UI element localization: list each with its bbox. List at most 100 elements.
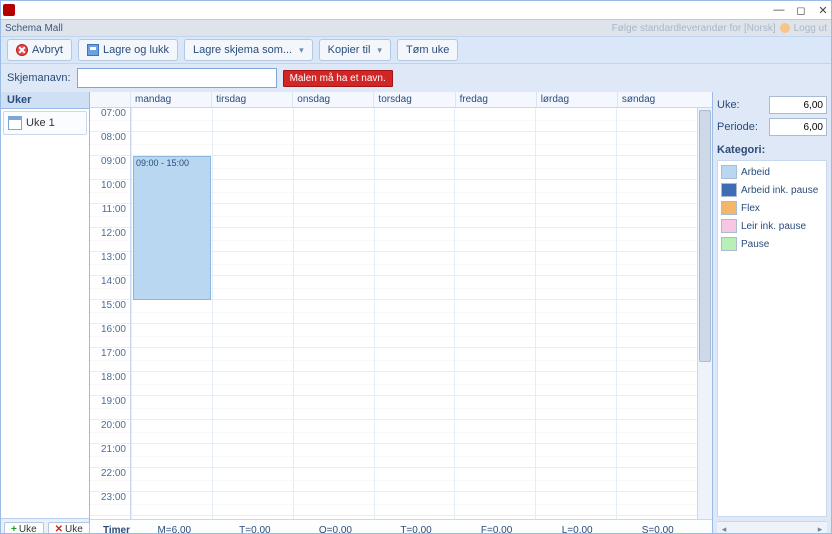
kategori-item[interactable]: Pause [720,235,824,253]
schema-name-input[interactable] [77,68,277,88]
weeks-header: Uker [1,92,89,109]
locale-status: Følge standardleverandør for [Norsk] [612,23,776,34]
color-swatch [721,201,737,215]
kategori-list: Arbeid Arbeid ink. pause Flex Leir ink. pau… [717,160,827,517]
days-grid[interactable]: 09:00 - 15:00 [131,108,697,519]
footer-cell: O=0,00 [295,525,376,534]
day-lane[interactable] [293,108,374,519]
day-lane[interactable] [535,108,616,519]
right-panel: Uke: Periode: Kategori: Arbeid Arbeid ink… [713,92,831,534]
clear-week-button[interactable]: Tøm uke [397,39,458,61]
scroll-thumb[interactable] [699,110,711,362]
footer-cell: F=0,00 [456,525,537,534]
weeks-panel: Uker Uke 1 +Uke ✕Uke [1,92,90,534]
hour-label: 11:00 [90,204,130,228]
day-lane[interactable]: 09:00 - 15:00 [131,108,212,519]
kategori-label: Leir ink. pause [741,221,806,232]
kategori-item[interactable]: Arbeid ink. pause [720,181,824,199]
day-header: tirsdag [211,92,292,107]
toolbar: Avbryt Lagre og lukk Lagre skjema som...… [1,36,831,64]
day-header: mandag [130,92,211,107]
color-swatch [721,219,737,233]
close-button[interactable]: ✕ [817,4,829,16]
app-icon [3,4,15,16]
chevron-down-icon: ▾ [377,45,382,56]
day-header: fredag [455,92,536,107]
color-swatch [721,165,737,179]
week-item[interactable]: Uke 1 [3,111,87,135]
x-icon: ✕ [55,524,63,534]
cancel-button[interactable]: Avbryt [7,39,72,61]
minimize-button[interactable]: — [773,4,785,16]
hour-label: 15:00 [90,300,130,324]
chevron-down-icon: ▾ [299,45,304,56]
hour-label: 10:00 [90,180,130,204]
periode-input[interactable] [769,118,827,136]
day-lane[interactable] [616,108,697,519]
horizontal-scrollbar[interactable]: ◂ ▸ [717,521,827,534]
kategori-label: Pause [741,239,769,250]
color-swatch [721,237,737,251]
calendar-icon [8,116,22,130]
week-label: Uke 1 [26,117,55,129]
calendar-header: mandag tirsdag onsdag torsdag fredag lør… [90,92,712,108]
kategori-header: Kategori: [717,144,827,156]
kategori-item[interactable]: Flex [720,199,824,217]
footer-label: Timer [90,525,134,534]
save-as-button[interactable]: Lagre skjema som...▾ [184,39,313,61]
footer-cell: S=0,00 [617,525,698,534]
color-swatch [721,183,737,197]
schema-name-label: Skjemanavn: [7,72,71,84]
kategori-item[interactable]: Leir ink. pause [720,217,824,235]
hours-footer: Timer M=6,00 T=0,00 O=0,00 T=0,00 F=0,00… [90,519,712,534]
validation-error: Malen må ha et navn. [283,70,393,87]
kategori-item[interactable]: Arbeid [720,163,824,181]
hour-label: 21:00 [90,444,130,468]
hour-label: 09:00 [90,156,130,180]
subtitle-bar: Schema Mall Følge standardleverandør for… [1,20,831,36]
delete-week-button[interactable]: ✕Uke [48,522,90,534]
hour-label: 20:00 [90,420,130,444]
footer-cell: T=0,00 [215,525,296,534]
save-close-button[interactable]: Lagre og lukk [78,39,178,61]
uke-label: Uke: [717,99,740,111]
kategori-label: Arbeid [741,167,770,178]
copy-to-button[interactable]: Kopier til▾ [319,39,391,61]
window-title: Schema Mall [5,23,63,34]
kategori-label: Flex [741,203,760,214]
hour-label: 08:00 [90,132,130,156]
hour-label: 16:00 [90,324,130,348]
hour-label: 18:00 [90,372,130,396]
time-gutter: 07:0008:0009:0010:0011:0012:0013:0014:00… [90,108,131,519]
weeks-list: Uke 1 [1,109,89,518]
day-lane[interactable] [374,108,455,519]
logout-link[interactable]: Logg ut [794,23,827,34]
app-window: — ◻ ✕ Schema Mall Følge standardleverand… [0,0,832,534]
day-header: søndag [617,92,698,107]
plus-icon: + [11,524,17,534]
footer-cell: M=6,00 [134,525,215,534]
user-icon [780,23,790,33]
add-week-button[interactable]: +Uke [4,522,44,534]
titlebar: — ◻ ✕ [1,1,831,20]
vertical-scrollbar[interactable] [697,108,712,519]
periode-label: Periode: [717,121,758,133]
footer-cell: L=0,00 [537,525,618,534]
scroll-right-icon[interactable]: ▸ [815,524,825,534]
hour-label: 12:00 [90,228,130,252]
day-header: lørdag [536,92,617,107]
calendar-event[interactable]: 09:00 - 15:00 [133,156,211,300]
hour-label: 13:00 [90,252,130,276]
day-lane[interactable] [212,108,293,519]
name-row: Skjemanavn: Malen må ha et navn. [1,64,831,92]
hour-label: 17:00 [90,348,130,372]
save-icon [87,44,99,56]
day-header: torsdag [373,92,454,107]
hour-label: 19:00 [90,396,130,420]
scroll-left-icon[interactable]: ◂ [719,524,729,534]
day-lane[interactable] [454,108,535,519]
hour-label: 23:00 [90,492,130,516]
uke-input[interactable] [769,96,827,114]
maximize-button[interactable]: ◻ [795,4,807,16]
footer-cell: T=0,00 [376,525,457,534]
